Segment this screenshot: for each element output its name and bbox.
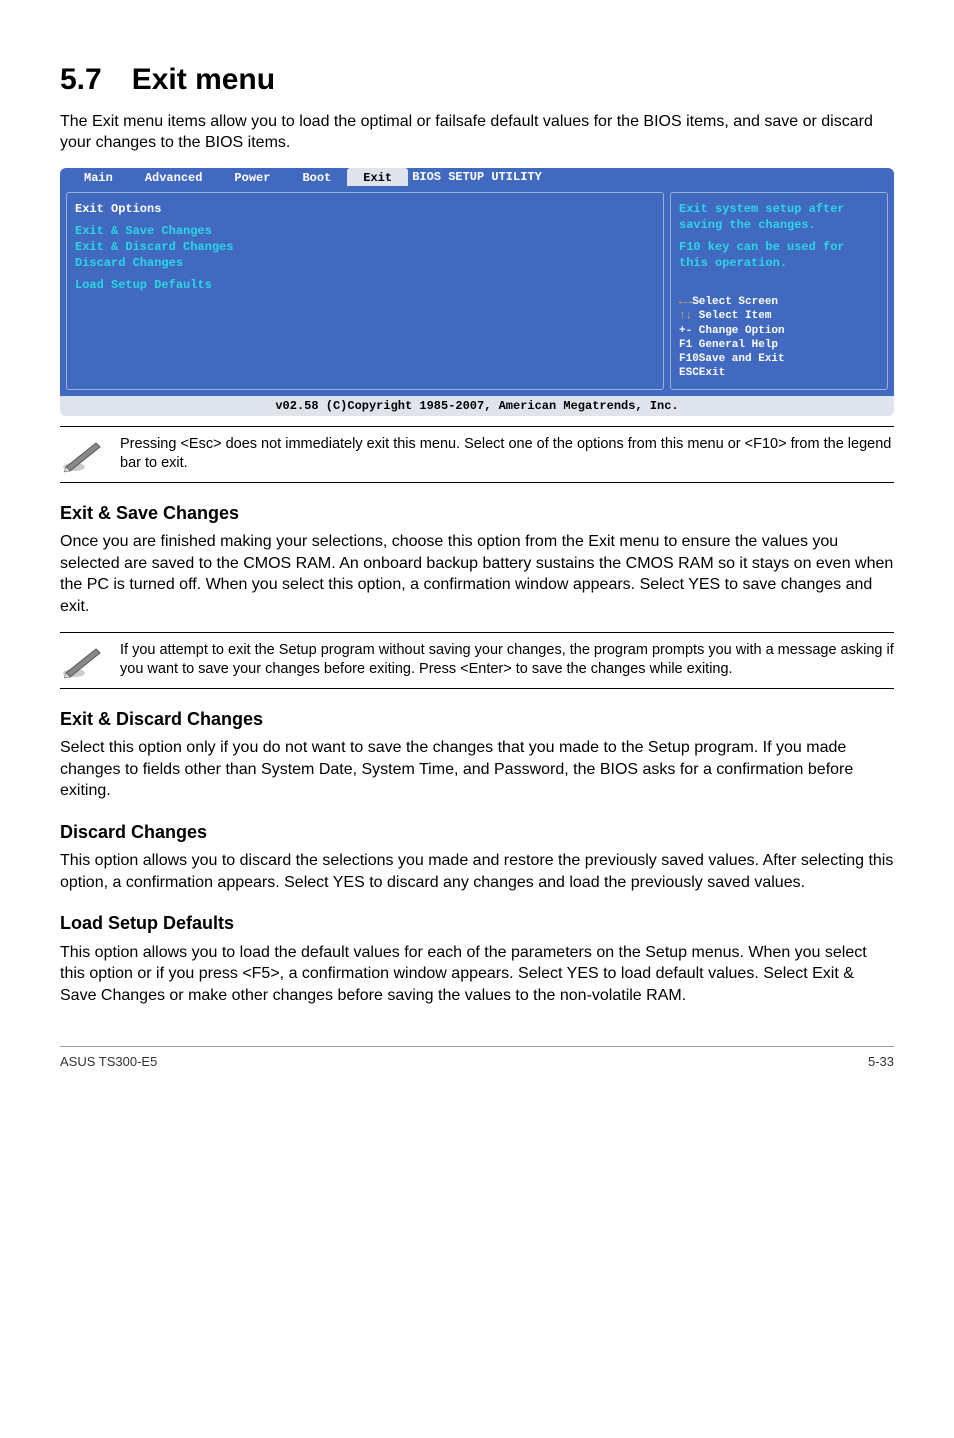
- nav-general-help: F1 General Help: [679, 338, 879, 352]
- bios-left-header: Exit Options: [75, 201, 655, 217]
- para-load-defaults: This option allows you to load the defau…: [60, 942, 894, 1007]
- bios-left-panel: Exit Options Exit & Save Changes Exit & …: [66, 192, 664, 390]
- note-text-1: Pressing <Esc> does not immediately exit…: [120, 435, 894, 474]
- page-title: 5.7 Exit menu: [60, 60, 894, 101]
- section-text: Exit menu: [132, 63, 275, 96]
- pencil-icon: [60, 643, 102, 679]
- bios-help-text: Exit system setup after saving the chang…: [679, 201, 879, 272]
- tab-advanced[interactable]: Advanced: [129, 168, 219, 186]
- tab-exit[interactable]: Exit: [347, 168, 408, 186]
- arrows-ud-icon: ↑↓: [679, 310, 692, 322]
- para-exit-discard: Select this option only if you do not wa…: [60, 737, 894, 802]
- footer-left: ASUS TS300-E5: [60, 1053, 157, 1071]
- tab-main[interactable]: Main: [68, 168, 129, 186]
- nav-esc-exit: ESCExit: [679, 366, 879, 380]
- heading-exit-save: Exit & Save Changes: [60, 501, 894, 525]
- nav-change-option: +- Change Option: [679, 324, 879, 338]
- bios-item-discard-exit[interactable]: Exit & Discard Changes: [75, 239, 655, 255]
- nav-save-exit: F10Save and Exit: [679, 352, 879, 366]
- bios-item-load[interactable]: Load Setup Defaults: [75, 277, 655, 293]
- nav-select-screen: Select Screen: [692, 296, 778, 308]
- note-box-1: Pressing <Esc> does not immediately exit…: [60, 426, 894, 483]
- note-box-2: If you attempt to exit the Setup program…: [60, 632, 894, 689]
- footer-right: 5-33: [868, 1053, 894, 1071]
- bios-screenshot: BIOS SETUP UTILITY Main Advanced Power B…: [60, 168, 894, 416]
- bios-help-line2: F10 key can be used for this operation.: [679, 239, 879, 271]
- page-footer: ASUS TS300-E5 5-33: [60, 1046, 894, 1071]
- bios-nav-legend: ←→Select Screen ↑↓ Select Item +- Change…: [679, 295, 879, 381]
- bios-body: Exit Options Exit & Save Changes Exit & …: [60, 186, 894, 396]
- bios-right-panel: Exit system setup after saving the chang…: [670, 192, 888, 390]
- bios-item-save[interactable]: Exit & Save Changes: [75, 223, 655, 239]
- bios-item-discard[interactable]: Discard Changes: [75, 255, 655, 271]
- section-number: 5.7: [60, 60, 102, 101]
- nav-select-item: Select Item: [692, 310, 771, 322]
- para-discard: This option allows you to discard the se…: [60, 850, 894, 893]
- tab-boot[interactable]: Boot: [286, 168, 347, 186]
- heading-discard: Discard Changes: [60, 820, 894, 844]
- heading-load-defaults: Load Setup Defaults: [60, 911, 894, 935]
- para-exit-save: Once you are finished making your select…: [60, 531, 894, 617]
- bios-help-line1: Exit system setup after saving the chang…: [679, 201, 879, 233]
- pencil-icon: [60, 437, 102, 473]
- heading-exit-discard: Exit & Discard Changes: [60, 707, 894, 731]
- tab-power[interactable]: Power: [218, 168, 286, 186]
- intro-paragraph: The Exit menu items allow you to load th…: [60, 111, 894, 154]
- note-text-2: If you attempt to exit the Setup program…: [120, 641, 894, 680]
- bios-tab-bar: BIOS SETUP UTILITY Main Advanced Power B…: [60, 168, 894, 186]
- bios-footer: v02.58 (C)Copyright 1985-2007, American …: [60, 396, 894, 416]
- arrows-lr-icon: ←→: [679, 296, 692, 308]
